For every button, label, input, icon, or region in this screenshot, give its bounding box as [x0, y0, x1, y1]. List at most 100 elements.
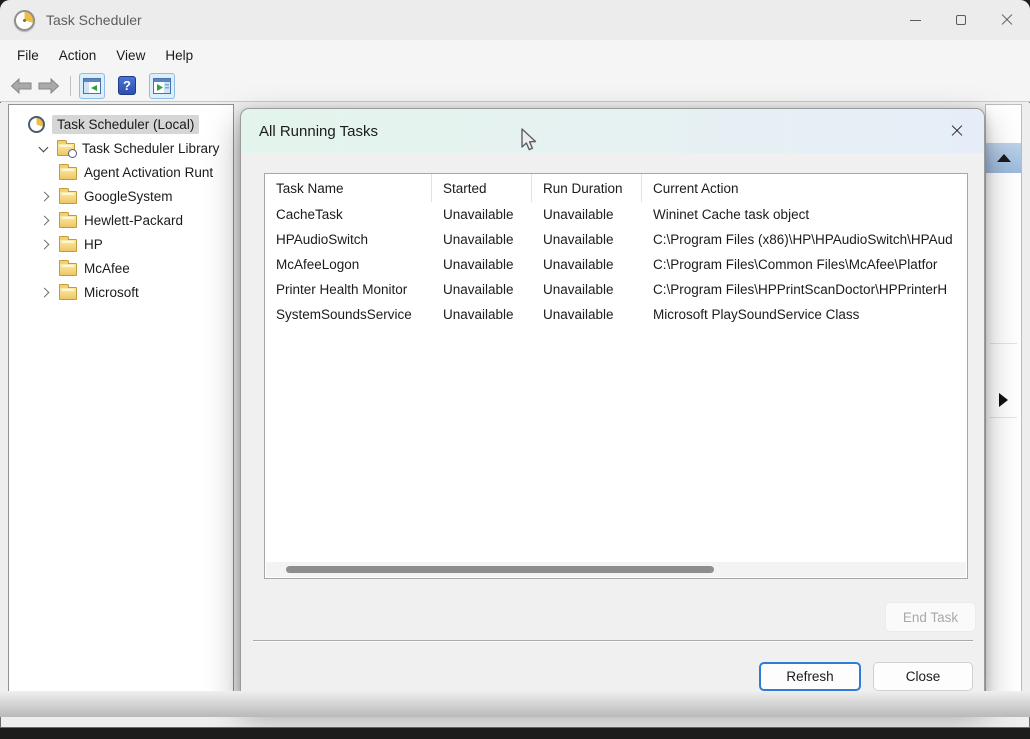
expand-right-icon[interactable] — [999, 393, 1008, 407]
column-header-current-action[interactable]: Current Action — [642, 174, 967, 202]
table-row[interactable]: Printer Health Monitor Unavailable Unava… — [265, 277, 967, 302]
cell-task-name: HPAudioSwitch — [265, 232, 432, 247]
collapse-up-icon — [997, 154, 1011, 162]
menu-file[interactable]: File — [7, 44, 49, 67]
table-row[interactable]: CacheTask Unavailable Unavailable Winine… — [265, 202, 967, 227]
chevron-right-icon[interactable] — [41, 288, 50, 297]
window-title: Task Scheduler — [46, 12, 142, 28]
table-row[interactable]: McAfeeLogon Unavailable Unavailable C:\P… — [265, 252, 967, 277]
cell-started: Unavailable — [432, 307, 532, 322]
toolbar-separator — [70, 76, 71, 96]
maximize-button[interactable] — [938, 0, 984, 40]
cell-started: Unavailable — [432, 282, 532, 297]
taskbar-edge — [0, 728, 1030, 739]
refresh-button[interactable]: Refresh — [759, 662, 861, 691]
folder-icon — [59, 263, 77, 276]
tree-item-task-scheduler-library[interactable]: Task Scheduler Library — [9, 136, 233, 160]
tree-item-hp[interactable]: HP — [9, 232, 233, 256]
cell-run-duration: Unavailable — [532, 232, 642, 247]
tree-item-label: Task Scheduler Library — [82, 141, 219, 156]
cell-run-duration: Unavailable — [532, 207, 642, 222]
cell-run-duration: Unavailable — [532, 257, 642, 272]
tree-item-microsoft[interactable]: Microsoft — [9, 280, 233, 304]
column-header-started[interactable]: Started — [432, 174, 532, 202]
cell-run-duration: Unavailable — [532, 282, 642, 297]
cell-current-action: C:\Program Files\Common Files\McAfee\Pla… — [642, 257, 967, 272]
tree-item-label: Agent Activation Runt — [84, 165, 213, 180]
close-icon — [951, 125, 963, 137]
end-task-button[interactable]: End Task — [885, 602, 976, 632]
all-running-tasks-dialog: All Running Tasks Task Name Started Run … — [240, 108, 985, 702]
folder-icon — [59, 167, 77, 180]
tree-item-label: Task Scheduler (Local) — [52, 115, 199, 134]
toolbar: ? — [0, 70, 1030, 102]
close-dialog-button[interactable]: Close — [873, 662, 973, 691]
minimize-button[interactable] — [892, 0, 938, 40]
show-action-pane-button[interactable] — [149, 73, 175, 99]
forward-arrow-icon[interactable] — [38, 78, 60, 94]
maximize-icon — [956, 15, 966, 25]
tree-item-task-scheduler-local[interactable]: Task Scheduler (Local) — [9, 112, 233, 136]
cell-task-name: Printer Health Monitor — [265, 282, 432, 297]
cell-run-duration: Unavailable — [532, 307, 642, 322]
cell-current-action: C:\Program Files\HPPrintScanDoctor\HPPri… — [642, 282, 967, 297]
actions-pane-header[interactable] — [986, 143, 1021, 173]
close-icon — [1001, 14, 1013, 26]
chevron-right-icon[interactable] — [41, 240, 50, 249]
tree-item-label: HP — [84, 237, 103, 252]
dialog-divider — [253, 640, 973, 641]
content-area: Task Scheduler (Local) Task Scheduler Li… — [0, 103, 1030, 700]
window-footer — [0, 691, 1030, 717]
menu-help[interactable]: Help — [155, 44, 203, 67]
chevron-right-icon[interactable] — [41, 192, 50, 201]
tree-item-label: Hewlett-Packard — [84, 213, 183, 228]
table-row[interactable]: HPAudioSwitch Unavailable Unavailable C:… — [265, 227, 967, 252]
close-window-button[interactable] — [984, 0, 1030, 40]
menu-action[interactable]: Action — [49, 44, 107, 67]
cell-started: Unavailable — [432, 232, 532, 247]
clock-icon — [28, 116, 45, 133]
menu-view[interactable]: View — [106, 44, 155, 67]
help-icon: ? — [118, 76, 136, 95]
column-header-run-duration[interactable]: Run Duration — [532, 174, 642, 202]
show-console-tree-icon — [83, 78, 101, 94]
tree-item-googlesystem[interactable]: GoogleSystem — [9, 184, 233, 208]
tree-item-label: Microsoft — [84, 285, 139, 300]
cell-started: Unavailable — [432, 207, 532, 222]
column-header-task-name[interactable]: Task Name — [265, 174, 432, 202]
task-scheduler-window: Task Scheduler File Action View Help — [0, 0, 1030, 728]
table-horizontal-scrollbar[interactable] — [266, 562, 966, 577]
cell-task-name: McAfeeLogon — [265, 257, 432, 272]
dialog-titlebar[interactable]: All Running Tasks — [241, 109, 984, 153]
cell-started: Unavailable — [432, 257, 532, 272]
tree-item-mcafee[interactable]: McAfee — [9, 256, 233, 280]
tree-item-hewlett-packard[interactable]: Hewlett-Packard — [9, 208, 233, 232]
dialog-title: All Running Tasks — [259, 123, 378, 140]
show-console-tree-button[interactable] — [79, 73, 105, 99]
cell-task-name: CacheTask — [265, 207, 432, 222]
folder-icon — [59, 191, 77, 204]
dialog-close-button[interactable] — [940, 114, 974, 148]
show-action-pane-icon — [153, 78, 171, 94]
help-button[interactable]: ? — [114, 73, 140, 99]
table-row[interactable]: SystemSoundsService Unavailable Unavaila… — [265, 302, 967, 327]
minimize-icon — [910, 20, 921, 21]
scrollbar-thumb[interactable] — [286, 566, 714, 573]
back-arrow-icon[interactable] — [10, 78, 32, 94]
chevron-down-icon[interactable] — [39, 144, 48, 153]
task-scheduler-app-icon — [14, 10, 35, 31]
folder-icon — [59, 215, 77, 228]
folder-icon — [59, 239, 77, 252]
tree-item-label: GoogleSystem — [84, 189, 173, 204]
menu-bar: File Action View Help — [0, 40, 1030, 70]
chevron-right-icon[interactable] — [41, 216, 50, 225]
cell-task-name: SystemSoundsService — [265, 307, 432, 322]
tree-item-agent-activation[interactable]: Agent Activation Runt — [9, 160, 233, 184]
folder-clock-icon — [57, 143, 75, 156]
running-tasks-table: Task Name Started Run Duration Current A… — [264, 173, 968, 579]
cell-current-action: Wininet Cache task object — [642, 207, 967, 222]
actions-pane-strip — [985, 104, 1022, 707]
console-tree-panel: Task Scheduler (Local) Task Scheduler Li… — [8, 104, 234, 707]
cell-current-action: Microsoft PlaySoundService Class — [642, 307, 967, 322]
window-titlebar: Task Scheduler — [0, 0, 1030, 40]
